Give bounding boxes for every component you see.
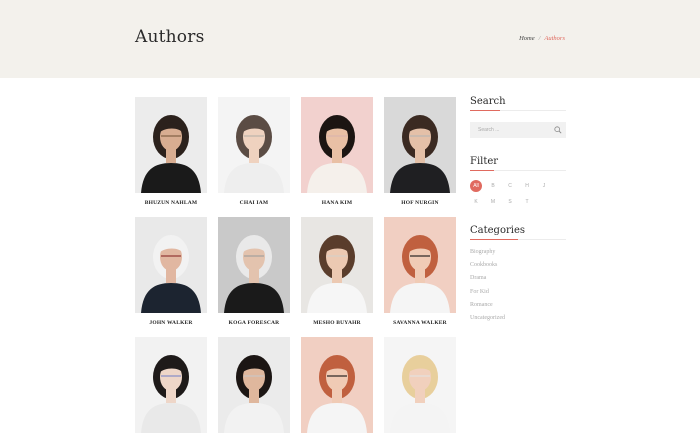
author-photo[interactable]	[218, 337, 290, 433]
author-photo[interactable]	[218, 217, 290, 313]
search-widget-divider	[470, 110, 566, 111]
category-item[interactable]: Drama	[470, 275, 486, 281]
search-box	[470, 122, 566, 138]
author-photo[interactable]	[301, 97, 373, 193]
category-item[interactable]: For Kid	[470, 289, 489, 295]
filter-widget-title: Filter	[470, 156, 499, 167]
author-name[interactable]: SAVANNA WALKER	[378, 320, 462, 326]
author-name[interactable]: CHAI IAM	[212, 200, 296, 206]
page-title: Authors	[135, 27, 205, 47]
category-item[interactable]: Uncategorized	[470, 315, 505, 321]
filter-letter-s[interactable]: S	[504, 196, 516, 208]
breadcrumb-separator: /	[538, 35, 541, 42]
filter-letter-j[interactable]: J	[538, 180, 550, 192]
category-item[interactable]: Romance	[470, 302, 493, 308]
author-photo[interactable]	[135, 337, 207, 433]
page-header: Authors Home / Authors	[0, 0, 700, 78]
filter-letter-h[interactable]: H	[521, 180, 533, 192]
author-photo[interactable]	[384, 337, 456, 433]
author-photo[interactable]	[218, 97, 290, 193]
filter-letter-b[interactable]: B	[487, 180, 499, 192]
author-name[interactable]: JOHN WALKER	[129, 320, 213, 326]
author-name[interactable]: HANA KIM	[295, 200, 379, 206]
author-name[interactable]: MESHO BUYAHR	[295, 320, 379, 326]
author-photo[interactable]	[384, 97, 456, 193]
filter-letter-t[interactable]: T	[521, 196, 533, 208]
filter-widget-divider	[470, 170, 566, 171]
search-input[interactable]	[470, 122, 550, 138]
author-photo[interactable]	[135, 217, 207, 313]
filter-letter-c[interactable]: C	[504, 180, 516, 192]
author-name[interactable]: HOF NURGIN	[378, 200, 462, 206]
filter-letter-all[interactable]: All	[470, 180, 482, 192]
filter-letter-k[interactable]: K	[470, 196, 482, 208]
breadcrumb: Home / Authors	[519, 35, 565, 42]
search-icon[interactable]	[554, 126, 562, 134]
author-photo[interactable]	[301, 217, 373, 313]
category-item[interactable]: Biography	[470, 249, 495, 255]
author-photo[interactable]	[384, 217, 456, 313]
filter-letter-m[interactable]: M	[487, 196, 499, 208]
author-photo[interactable]	[135, 97, 207, 193]
author-name[interactable]: BHUZUN NAHLAM	[129, 200, 213, 206]
author-photo[interactable]	[301, 337, 373, 433]
categories-widget-divider	[470, 239, 566, 240]
categories-widget-title: Categories	[470, 225, 525, 236]
author-name[interactable]: KOGA FORESCAR	[212, 320, 296, 326]
category-item[interactable]: Cookbooks	[470, 262, 497, 268]
breadcrumb-current: Authors	[544, 35, 565, 42]
search-widget-title: Search	[470, 96, 506, 107]
breadcrumb-home-link[interactable]: Home	[519, 35, 535, 42]
